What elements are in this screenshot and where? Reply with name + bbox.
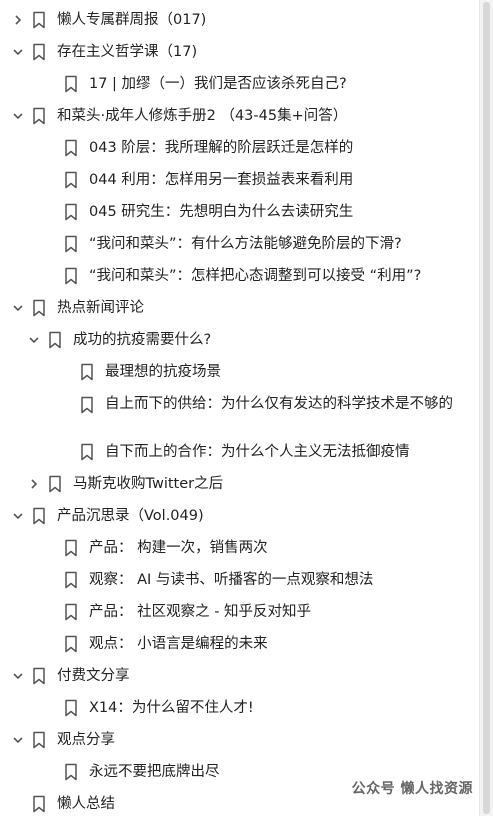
tree-item-label: 懒人总结 — [57, 795, 115, 812]
tree-item-label: 懒人专属群周报（017) — [57, 11, 207, 28]
tree-item-product-thoughts[interactable]: 产品沉思录（Vol.049) — [0, 500, 475, 532]
chevron-down-icon[interactable] — [10, 732, 26, 748]
tree-item-label: 产品： 构建一次，销售两次 — [89, 539, 268, 556]
bookmark-icon — [32, 667, 46, 685]
tree-item-label: 自上而下的供给：为什么仅有发达的科学技术是不够的 — [105, 396, 453, 412]
tree-item-label: “我问和菜头”：有什么方法能够避免阶层的下滑? — [89, 235, 402, 252]
tree-item-musk-twitter[interactable]: 马斯克收购Twitter之后 — [0, 468, 475, 500]
bookmark-tree: 懒人专属群周报（017) 存在主义哲学课（17) 17 | 加缪（一）我们是否应… — [0, 4, 475, 820]
tree-item-ideal-scene[interactable]: 最理想的抗疫场景 — [0, 356, 475, 388]
tree-item-label: 观点分享 — [57, 731, 115, 748]
bookmark-icon — [80, 443, 94, 461]
tree-item-label: X14：为什么留不住人才! — [89, 699, 254, 716]
bookmark-icon — [64, 699, 78, 717]
tree-item-label: 永远不要把底牌出尽 — [89, 763, 220, 780]
bookmark-icon — [64, 539, 78, 557]
tree-item-camus[interactable]: 17 | 加缪（一）我们是否应该杀死自己? — [0, 68, 475, 100]
bookmark-icon — [32, 107, 46, 125]
bookmark-icon — [48, 475, 62, 493]
tree-item-label: 044 利用：怎样用另一套损益表来看利用 — [89, 171, 354, 188]
tree-item-label: 自下而上的合作：为什么个人主义无法抵御疫情 — [105, 443, 410, 460]
chevron-down-icon[interactable] — [10, 44, 26, 60]
tree-item-label: 产品沉思录（Vol.049) — [57, 507, 204, 524]
chevron-down-icon[interactable] — [26, 332, 42, 348]
bookmark-icon — [48, 331, 62, 349]
tree-item-label: 043 阶层：我所理解的阶层跃迁是怎样的 — [89, 139, 354, 156]
tree-item-ai-reading[interactable]: 观察： AI 与读书、听播客的一点观察和想法 — [0, 564, 475, 596]
chevron-right-icon[interactable] — [10, 12, 26, 28]
bookmark-icon — [64, 635, 78, 653]
chevron-down-icon[interactable] — [10, 508, 26, 524]
tree-item-paid-articles[interactable]: 付费文分享 — [0, 660, 475, 692]
tree-item-label: 和菜头·成年人修炼手册2 （43-45集+问答） — [57, 107, 348, 124]
bookmark-icon — [32, 43, 46, 61]
tree-item-existentialism[interactable]: 存在主义哲学课（17) — [0, 36, 475, 68]
tree-item-pandemic-success[interactable]: 成功的抗疫需要什么? — [0, 324, 475, 356]
tree-item-label: 045 研究生：先想明白为什么去读研究生 — [89, 203, 354, 220]
chevron-down-icon[interactable] — [10, 300, 26, 316]
chevron-down-icon[interactable] — [10, 108, 26, 124]
bookmark-icon — [64, 235, 78, 253]
tree-item-top-down-supply[interactable]: 自上而下的供给：为什么仅有发达的科学技术是不够的 — [0, 388, 475, 436]
tree-item-opinion-sharing[interactable]: 观点分享 — [0, 724, 475, 756]
chevron-right-icon[interactable] — [26, 476, 42, 492]
tree-item-label: 马斯克收购Twitter之后 — [73, 475, 224, 492]
tree-item-043[interactable]: 043 阶层：我所理解的阶层跃迁是怎样的 — [0, 132, 475, 164]
tree-item-label: 热点新闻评论 — [57, 299, 144, 316]
watermark: 公众号 懒人找资源 — [351, 781, 473, 797]
tree-item-build-once[interactable]: 产品： 构建一次，销售两次 — [0, 532, 475, 564]
tree-item-weekly-report[interactable]: 懒人专属群周报（017) — [0, 4, 475, 36]
bookmark-icon — [64, 75, 78, 93]
bookmark-icon — [64, 267, 78, 285]
chevron-down-icon[interactable] — [10, 668, 26, 684]
bookmark-icon — [64, 763, 78, 781]
tree-item-label: 最理想的抗疫场景 — [105, 363, 221, 380]
bookmark-icon — [32, 731, 46, 749]
tree-item-label: 成功的抗疫需要什么? — [73, 331, 212, 348]
tree-item-small-languages[interactable]: 观点： 小语言是编程的未来 — [0, 628, 475, 660]
bookmark-icon — [32, 795, 46, 813]
tree-item-label: 观察： AI 与读书、听播客的一点观察和想法 — [89, 571, 374, 588]
scrollbar-thumb[interactable] — [483, 2, 490, 814]
tree-item-news-commentary[interactable]: 热点新闻评论 — [0, 292, 475, 324]
tree-item-ask-2[interactable]: “我问和菜头”：怎样把心态调整到可以接受 “利用”? — [0, 260, 475, 292]
tree-item-label: 产品： 社区观察之 - 知乎反对知乎 — [89, 603, 312, 620]
tree-item-label: “我问和菜头”：怎样把心态调整到可以接受 “利用”? — [89, 267, 422, 284]
bookmark-icon — [32, 11, 46, 29]
tree-item-bottom-up-cooperation[interactable]: 自下而上的合作：为什么个人主义无法抵御疫情 — [0, 436, 475, 468]
bookmark-icon — [64, 603, 78, 621]
bookmark-icon — [64, 171, 78, 189]
tree-item-ask-1[interactable]: “我问和菜头”：有什么方法能够避免阶层的下滑? — [0, 228, 475, 260]
bookmark-icon — [64, 139, 78, 157]
tree-item-label: 存在主义哲学课（17) — [57, 43, 198, 60]
tree-item-label: 17 | 加缪（一）我们是否应该杀死自己? — [89, 75, 347, 92]
bookmark-icon — [80, 396, 94, 414]
bookmark-icon — [80, 363, 94, 381]
bookmark-icon — [64, 203, 78, 221]
bookmark-icon — [32, 299, 46, 317]
tree-item-label: 观点： 小语言是编程的未来 — [89, 635, 268, 652]
tree-item-044[interactable]: 044 利用：怎样用另一套损益表来看利用 — [0, 164, 475, 196]
bookmark-icon — [64, 571, 78, 589]
tree-item-hecaitou-handbook[interactable]: 和菜头·成年人修炼手册2 （43-45集+问答） — [0, 100, 475, 132]
tree-item-045[interactable]: 045 研究生：先想明白为什么去读研究生 — [0, 196, 475, 228]
scrollbar[interactable] — [479, 0, 493, 816]
tree-item-zhihu[interactable]: 产品： 社区观察之 - 知乎反对知乎 — [0, 596, 475, 628]
tree-item-x14[interactable]: X14：为什么留不住人才! — [0, 692, 475, 724]
tree-item-label: 付费文分享 — [57, 667, 130, 684]
bookmark-icon — [32, 507, 46, 525]
